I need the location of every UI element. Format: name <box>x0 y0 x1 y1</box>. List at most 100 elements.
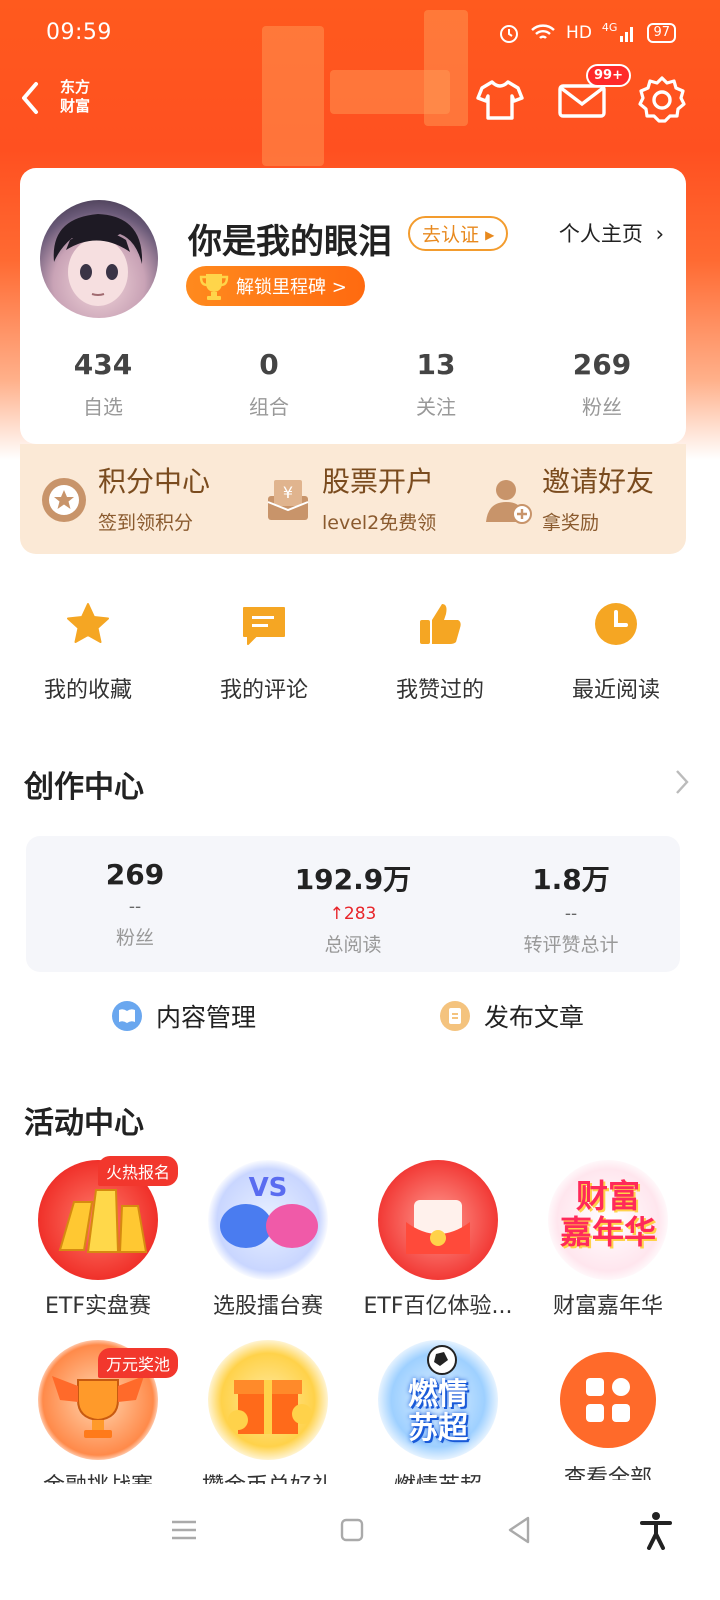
user-avatar[interactable] <box>40 200 158 318</box>
creator-stat-label: 粉丝 <box>115 927 154 949</box>
publish-article-label: 发布文章 <box>484 1003 585 1032</box>
stat-watchlist[interactable]: 434 自选 <box>20 348 186 420</box>
grid-apps-icon <box>560 1352 656 1448</box>
benefit-subtitle: level2免费领 <box>322 512 437 534</box>
activity-fortune-carnival[interactable]: 财富 嘉年华 财富嘉年华 <box>520 1160 696 1320</box>
invite-friends-entry[interactable]: 邀请好友 拿奖励 <box>484 458 684 542</box>
battery-indicator: 97 <box>647 23 676 43</box>
activity-tag-prize-pool: 万元奖池 <box>98 1348 179 1378</box>
creator-stat-value: 269 <box>105 858 165 891</box>
benefits-bar: 积分中心 签到领积分 ¥ 股票开户 level2免费领 邀请好友 拿奖励 <box>20 444 686 554</box>
gift-box-icon <box>208 1340 328 1460</box>
user-nickname: 你是我的眼泪 <box>188 222 392 262</box>
chevron-right-icon[interactable] <box>674 768 690 796</box>
recent-reading-entry[interactable]: 最近阅读 <box>528 600 704 704</box>
stat-following[interactable]: 13 关注 <box>353 348 519 420</box>
milestone-label: 解锁里程碑 > <box>236 277 347 298</box>
quick-label: 我的收藏 <box>43 678 132 703</box>
creator-stat-delta-value: 283 <box>343 904 377 924</box>
creator-center-title[interactable]: 创作中心 <box>24 762 144 806</box>
document-icon <box>440 1001 470 1031</box>
benefit-title: 邀请好友 <box>542 465 655 498</box>
stat-value: 434 <box>73 348 133 381</box>
hd-indicator: HD <box>566 23 592 43</box>
supercup-logo-line-2: 苏超 <box>408 1411 468 1446</box>
stock-account-entry[interactable]: ¥ 股票开户 level2免费领 <box>264 458 464 542</box>
comment-icon <box>243 607 285 645</box>
network-type: 4G <box>601 20 618 34</box>
benefit-title: 股票开户 <box>322 465 435 498</box>
content-management-label: 内容管理 <box>156 1003 257 1032</box>
verify-button[interactable]: 去认证 ▶ <box>408 216 509 251</box>
activity-label: ETF实盘赛 <box>45 1294 151 1319</box>
stat-portfolio[interactable]: 0 组合 <box>186 348 352 420</box>
signal-icon <box>620 27 634 42</box>
benefit-subtitle: 签到领积分 <box>98 512 194 534</box>
fortune-logo-line-1: 财富 <box>575 1177 640 1215</box>
quick-label: 我的评论 <box>219 678 308 703</box>
my-likes-entry[interactable]: 我赞过的 <box>352 600 528 704</box>
activity-stock-battle[interactable]: VS 选股擂台赛 <box>180 1160 356 1320</box>
activity-etf-experience[interactable]: ETF百亿体验... <box>350 1160 526 1320</box>
activity-view-all[interactable]: 查看全部 <box>520 1340 696 1480</box>
star-icon <box>67 603 109 643</box>
creator-stat-reads[interactable]: 192.9万 ↑283 总阅读 <box>244 858 462 957</box>
my-comments-entry[interactable]: 我的评论 <box>176 600 352 704</box>
trophy-icon <box>199 274 229 300</box>
system-navigation-bar <box>0 1484 720 1600</box>
activity-label: 选股擂台赛 <box>212 1294 323 1319</box>
stat-value: 269 <box>572 348 632 381</box>
status-icons: HD 4G 97 <box>498 20 676 44</box>
stat-label: 关注 <box>416 395 456 419</box>
red-envelope-icon <box>378 1160 498 1280</box>
points-center-entry[interactable]: 积分中心 签到领积分 <box>40 458 240 542</box>
back-triangle-icon[interactable] <box>500 1510 540 1550</box>
creator-stat-fans[interactable]: 269 -- 粉丝 <box>26 858 244 950</box>
wifi-icon <box>531 24 555 39</box>
activity-label: 查看全部 <box>563 1466 652 1480</box>
benefit-subtitle: 拿奖励 <box>542 512 600 534</box>
activity-finance-challenge[interactable]: 万元奖池 金融挑战赛 <box>10 1340 186 1488</box>
homepage-label: 个人主页 <box>558 222 643 246</box>
avatar-portrait <box>53 214 143 306</box>
tshirt-icon[interactable] <box>474 74 526 126</box>
creator-stat-delta: -- <box>128 897 142 917</box>
verify-label: 去认证 <box>422 224 480 246</box>
svg-text:¥: ¥ <box>283 483 293 502</box>
home-square-icon[interactable] <box>332 1510 372 1550</box>
activity-label: 财富嘉年华 <box>552 1294 663 1319</box>
benefit-title: 积分中心 <box>98 465 211 498</box>
content-management-button[interactable]: 内容管理 <box>112 998 256 1034</box>
add-user-icon <box>486 480 532 524</box>
activity-label: ETF百亿体验... <box>363 1294 513 1319</box>
fortune-carnival-logo: 财富 嘉年华 <box>548 1160 668 1280</box>
activity-etf-contest[interactable]: 火热报名 ETF实盘赛 <box>10 1156 186 1320</box>
book-icon <box>112 1001 142 1031</box>
my-favorites-entry[interactable]: 我的收藏 <box>0 600 176 704</box>
logo-line-2: 财富 <box>60 97 91 115</box>
stat-value: 13 <box>416 348 456 381</box>
status-time: 09:59 <box>46 20 112 45</box>
logo-line-1: 东方 <box>60 78 91 96</box>
creator-stat-engagement[interactable]: 1.8万 -- 转评赞总计 <box>462 858 680 957</box>
personal-homepage-link[interactable]: 个人主页 › <box>559 218 664 248</box>
profile-card: 你是我的眼泪 去认证 ▶ 个人主页 › 解锁里程碑 > 434 自选 0 组合 … <box>20 168 686 444</box>
publish-article-button[interactable]: 发布文章 <box>440 998 584 1034</box>
menu-icon[interactable] <box>164 1510 204 1550</box>
stat-fans[interactable]: 269 粉丝 <box>519 348 685 420</box>
activity-super-league[interactable]: 燃情 苏超 燃情苏超 <box>350 1340 526 1488</box>
quick-label: 最近阅读 <box>571 678 660 703</box>
unlock-milestone-button[interactable]: 解锁里程碑 > <box>186 266 365 306</box>
chevron-right-icon: › <box>655 222 664 246</box>
points-star-icon <box>42 478 86 522</box>
creator-stat-delta: -- <box>564 904 578 924</box>
settings-gear-icon[interactable] <box>636 74 688 126</box>
supercup-logo-line-1: 燃情 <box>408 1377 468 1412</box>
quick-label: 我赞过的 <box>395 678 484 703</box>
accessibility-icon[interactable] <box>636 1510 676 1550</box>
activity-coins-exchange[interactable]: 攒金币兑好礼 <box>180 1340 356 1488</box>
back-arrow-icon[interactable] <box>16 78 44 118</box>
svg-text:VS: VS <box>249 1173 288 1203</box>
creator-stat-value: 1.8万 <box>532 863 610 896</box>
activity-center-title: 活动中心 <box>24 1106 144 1141</box>
